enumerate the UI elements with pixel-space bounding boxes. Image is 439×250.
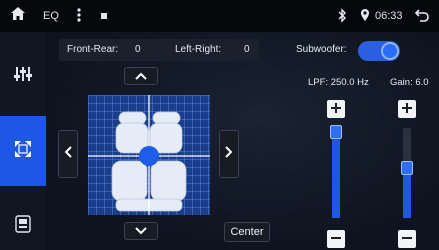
left-right-value: 0 [244, 44, 250, 55]
app-label: EQ [43, 10, 59, 22]
sidebar-item-sound-settings[interactable] [0, 202, 46, 250]
fader-down-button[interactable] [124, 222, 158, 240]
status-bar: EQ 06:33 [0, 0, 439, 32]
more-vertical-icon[interactable] [76, 7, 82, 28]
minus-icon [402, 230, 412, 248]
left-right-label: Left-Right: [175, 44, 222, 55]
plus-icon [331, 100, 341, 118]
gain-plus-button[interactable] [398, 100, 416, 118]
lpf-label: LPF: 250.0 Hz [308, 77, 369, 88]
chevron-right-icon [225, 145, 233, 163]
toggle-knob [381, 42, 399, 60]
balance-position-knob [139, 146, 159, 166]
chevron-down-icon [135, 222, 147, 240]
back-icon[interactable] [414, 7, 430, 28]
sidebar-item-balance[interactable] [0, 116, 46, 186]
main-panel: Front-Rear: 0 Left-Right: 0 Center Subwo… [46, 32, 439, 250]
lpf-slider-fill [332, 132, 340, 218]
sidebar-item-equalizer[interactable] [0, 50, 46, 102]
lpf-minus-button[interactable] [327, 230, 345, 248]
lpf-slider-track[interactable] [332, 126, 340, 218]
clock-time: 06:33 [375, 10, 403, 22]
notification-icon [101, 13, 107, 19]
minus-icon [331, 230, 341, 248]
balance-grid[interactable] [88, 95, 210, 215]
center-button[interactable]: Center [224, 222, 270, 242]
bluetooth-icon [337, 8, 347, 28]
front-rear-value: 0 [135, 44, 141, 55]
sidebar [0, 32, 46, 250]
gain-minus-button[interactable] [398, 230, 416, 248]
balance-arrows-icon [14, 140, 32, 163]
car-seats-illustration [88, 95, 210, 215]
front-rear-label: Front-Rear: [67, 44, 119, 55]
chevron-left-icon [64, 145, 72, 163]
balance-left-button[interactable] [58, 130, 78, 178]
fader-up-button[interactable] [124, 67, 158, 85]
lpf-slider-thumb[interactable] [330, 125, 342, 139]
home-icon[interactable] [10, 6, 26, 26]
gain-label: Gain: 6.0 [390, 77, 429, 88]
balance-readout: Front-Rear: 0 Left-Right: 0 [59, 39, 259, 61]
plus-icon [402, 100, 412, 118]
gain-slider-fill [403, 168, 411, 218]
subwoofer-toggle[interactable] [358, 41, 400, 61]
speaker-settings-icon [15, 214, 31, 238]
chevron-up-icon [135, 67, 147, 85]
gain-slider-thumb[interactable] [401, 161, 413, 175]
equalizer-sliders-icon [14, 66, 32, 87]
subwoofer-label: Subwoofer: [296, 44, 347, 55]
lpf-plus-button[interactable] [327, 100, 345, 118]
location-icon [360, 8, 370, 27]
balance-right-button[interactable] [219, 130, 239, 178]
